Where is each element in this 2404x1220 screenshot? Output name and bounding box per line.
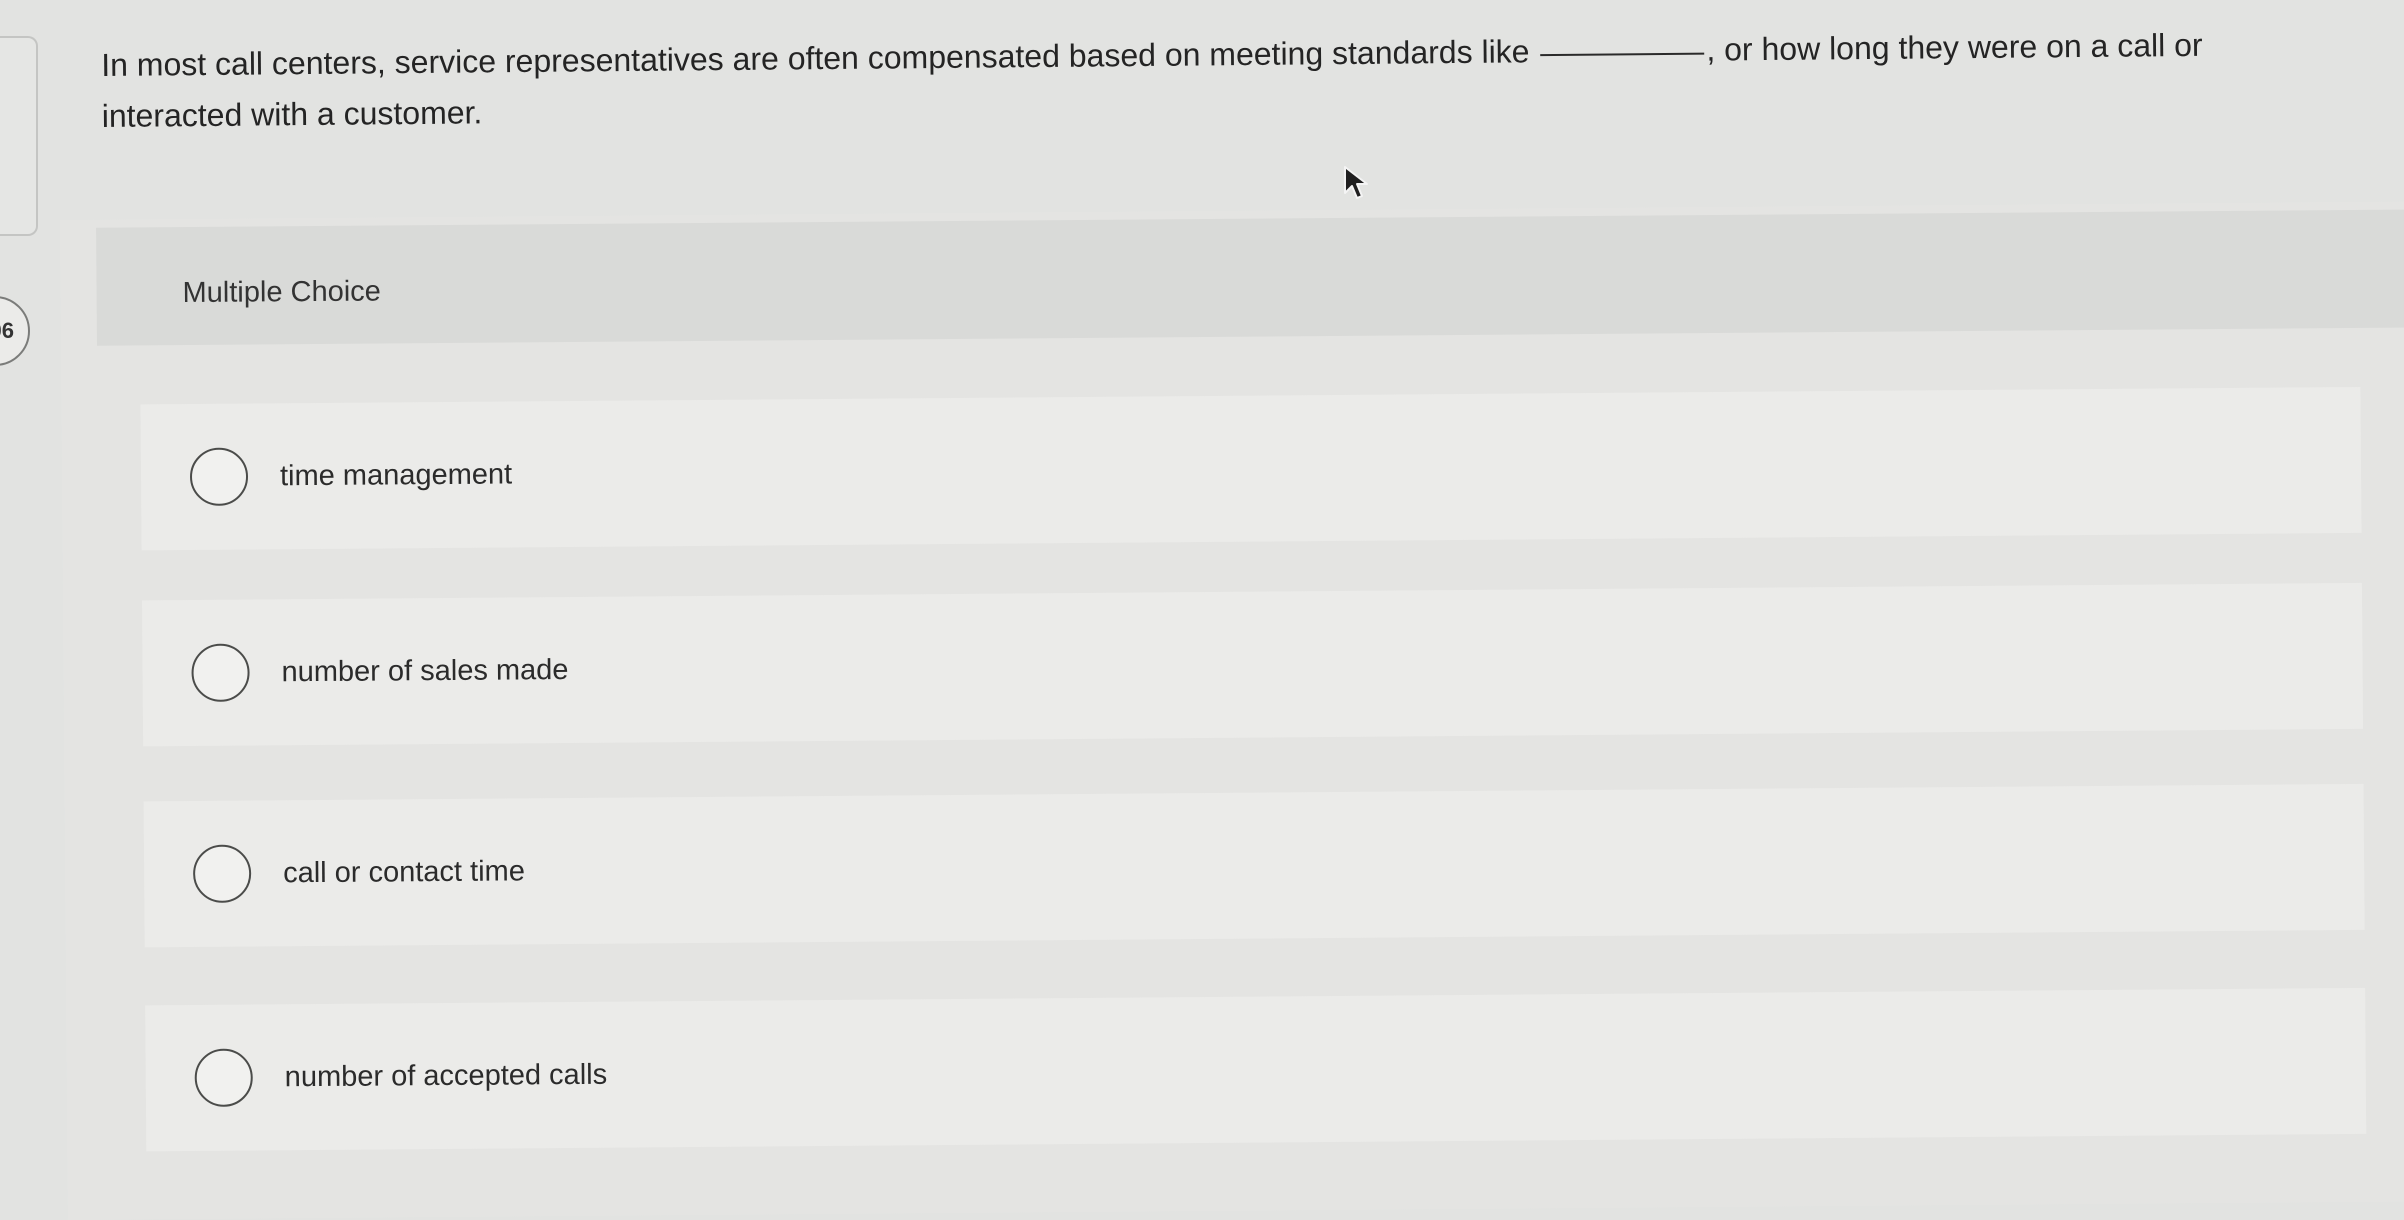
mouse-pointer-icon [1344, 166, 1368, 199]
option-label: time management [279, 458, 513, 493]
question-prompt: In most call centers, service representa… [101, 19, 2322, 142]
answer-option-number-of-accepted-calls[interactable]: number of accepted calls [145, 987, 2367, 1152]
multiple-choice-header: Multiple Choice [96, 209, 2404, 346]
option-label: number of accepted calls [284, 1058, 608, 1094]
question-text-before: In most call centers, service representa… [101, 33, 1530, 83]
radio-unselected-icon[interactable] [191, 643, 250, 702]
option-label: call or contact time [283, 855, 526, 890]
fill-in-blank [1540, 52, 1705, 57]
previous-question-tab[interactable] [0, 36, 38, 236]
answer-option-number-of-sales-made[interactable]: number of sales made [141, 582, 2364, 747]
answer-option-time-management[interactable]: time management [140, 386, 2362, 551]
radio-unselected-icon[interactable] [189, 447, 249, 506]
multiple-choice-panel: Multiple Choice time management number o… [60, 201, 2404, 1220]
radio-unselected-icon[interactable] [194, 1048, 253, 1107]
option-label: number of sales made [281, 654, 569, 689]
answer-option-call-or-contact-time[interactable]: call or contact time [143, 783, 2365, 948]
question-number-badge[interactable]: 06 [0, 296, 30, 366]
radio-unselected-icon[interactable] [192, 844, 252, 903]
multiple-choice-label: Multiple Choice [182, 275, 381, 310]
